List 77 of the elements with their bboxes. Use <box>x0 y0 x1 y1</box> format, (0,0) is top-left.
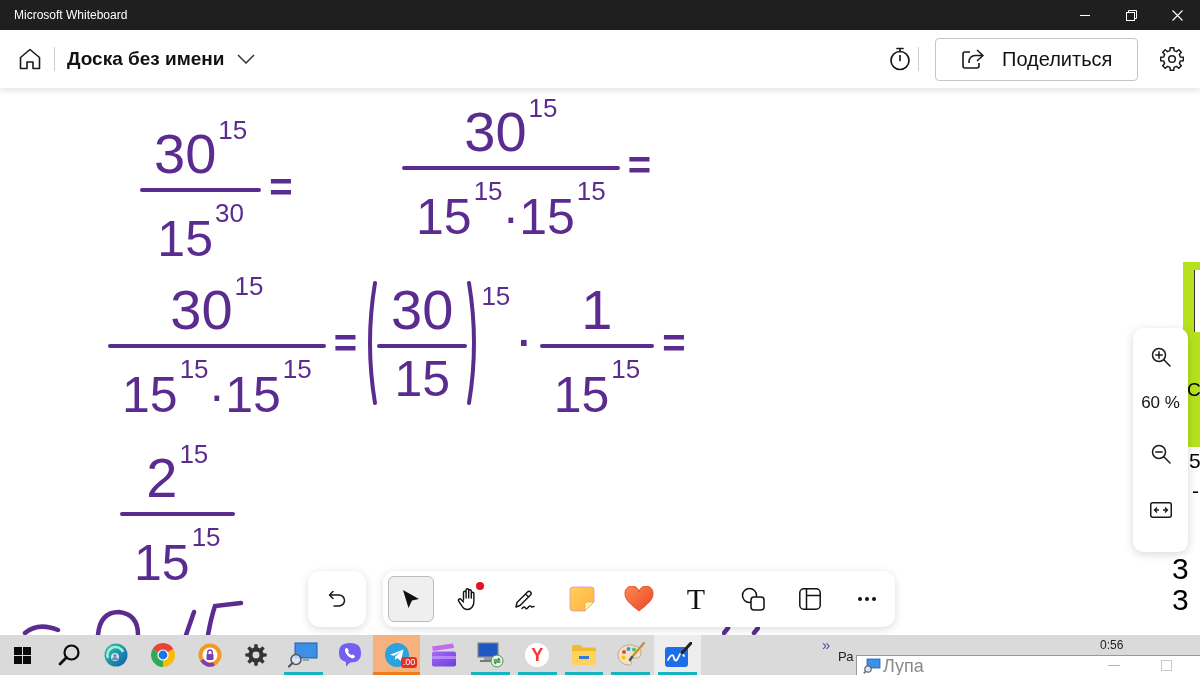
ring-logo-icon <box>150 643 175 667</box>
ink-numerator: 2$^{15}$ <box>146 438 209 506</box>
ink-numerator: 30$^{15}$ <box>170 270 264 338</box>
undo-icon <box>328 590 346 608</box>
close-icon <box>1171 9 1183 21</box>
ink-operator: = <box>626 145 653 185</box>
ink-denominator: 15 <box>394 354 451 404</box>
canvas-text: 3 <box>1172 585 1189 615</box>
ink-numerator: 30$^{15}$ <box>154 114 248 182</box>
taskbar-app-button[interactable]: Y <box>513 635 561 675</box>
canvas-text: 3 <box>1172 554 1189 584</box>
ink-denominator: 15$^{15}$ <box>553 354 641 420</box>
parenthesis-icon <box>365 281 378 405</box>
window-title: Лупа <box>883 656 924 675</box>
ink-denominator: 15$^{15}$·15$^{15}$ <box>416 176 606 242</box>
canvas-text: 5 <box>1189 450 1200 471</box>
canvas-text: - <box>1192 480 1199 501</box>
ink-operator: = <box>332 323 359 363</box>
lock-ring-icon <box>197 643 222 667</box>
search-icon <box>58 644 81 666</box>
clapperboard-icon <box>430 643 457 667</box>
ink-numerator: 1 <box>581 277 613 338</box>
ink-denominator: 15$^{15}$ <box>134 522 221 588</box>
swirl-logo-icon <box>104 643 128 667</box>
gear-icon <box>245 644 268 666</box>
pointer-icon <box>402 589 420 609</box>
undo-button[interactable] <box>308 571 366 627</box>
four-panes-icon <box>13 646 31 664</box>
heart-icon <box>624 586 654 612</box>
ink-operator: = <box>268 167 294 207</box>
layout-icon <box>799 588 821 610</box>
monitor-magnifier-icon <box>288 642 319 668</box>
ink-numerator: 30$^{15}$ <box>464 92 558 160</box>
whiteboard-icon <box>663 642 692 668</box>
overflow-chevron[interactable]: » <box>822 637 831 652</box>
shapes-icon <box>741 587 765 611</box>
fit-width-icon <box>1149 502 1172 518</box>
minimize-icon <box>1108 665 1120 666</box>
ink-denominator: 15$^{15}$·15$^{15}$ <box>122 354 312 420</box>
palette-icon <box>616 642 645 668</box>
share-icon <box>962 49 984 69</box>
sticky-note-icon <box>569 586 595 612</box>
computer-icon <box>476 642 505 668</box>
phone-bubble-icon <box>337 642 362 668</box>
notification-badge: .00 <box>400 657 418 668</box>
timer-button[interactable] <box>888 46 912 72</box>
board-title-button[interactable]: Доска без имени <box>67 44 255 74</box>
taskbar-label: Ра <box>838 650 854 663</box>
home-icon <box>19 48 41 70</box>
ink-exponent: 15 <box>481 283 511 309</box>
zoom-out-icon <box>1150 444 1171 464</box>
ink-numerator: 30 <box>391 282 454 338</box>
window-title: Microsoft Whiteboard <box>13 9 128 21</box>
note-text: C <box>1187 380 1200 399</box>
more-icon <box>858 597 876 601</box>
taskbar-app-button[interactable]: .00 <box>373 635 421 675</box>
clock-time: 0:56 <box>1100 639 1124 651</box>
restore-icon <box>1125 9 1137 21</box>
share-button[interactable]: Поделиться <box>935 37 1138 81</box>
chevron-down-icon <box>236 54 255 64</box>
settings-icon <box>1160 47 1184 71</box>
maximize-icon <box>1160 660 1172 671</box>
minimize-icon <box>1080 14 1090 16</box>
monitor-magnifier-icon <box>863 657 881 674</box>
ink-operator: · <box>517 323 533 363</box>
zoom-level: 60 % <box>1141 394 1180 411</box>
note-inner-panel <box>1194 270 1200 332</box>
ink-scribble <box>722 626 760 635</box>
ink-operator: = <box>661 323 687 363</box>
ink-denominator: 15$^{30}$ <box>157 198 244 264</box>
home-button[interactable] <box>18 47 42 71</box>
zoom-in-icon <box>1150 347 1171 367</box>
stopwatch-icon <box>889 47 911 71</box>
settings-button[interactable] <box>1160 47 1184 71</box>
folder-icon <box>570 644 597 666</box>
select-tool-button[interactable] <box>388 576 434 622</box>
taskbar-app-button[interactable] <box>654 635 701 675</box>
